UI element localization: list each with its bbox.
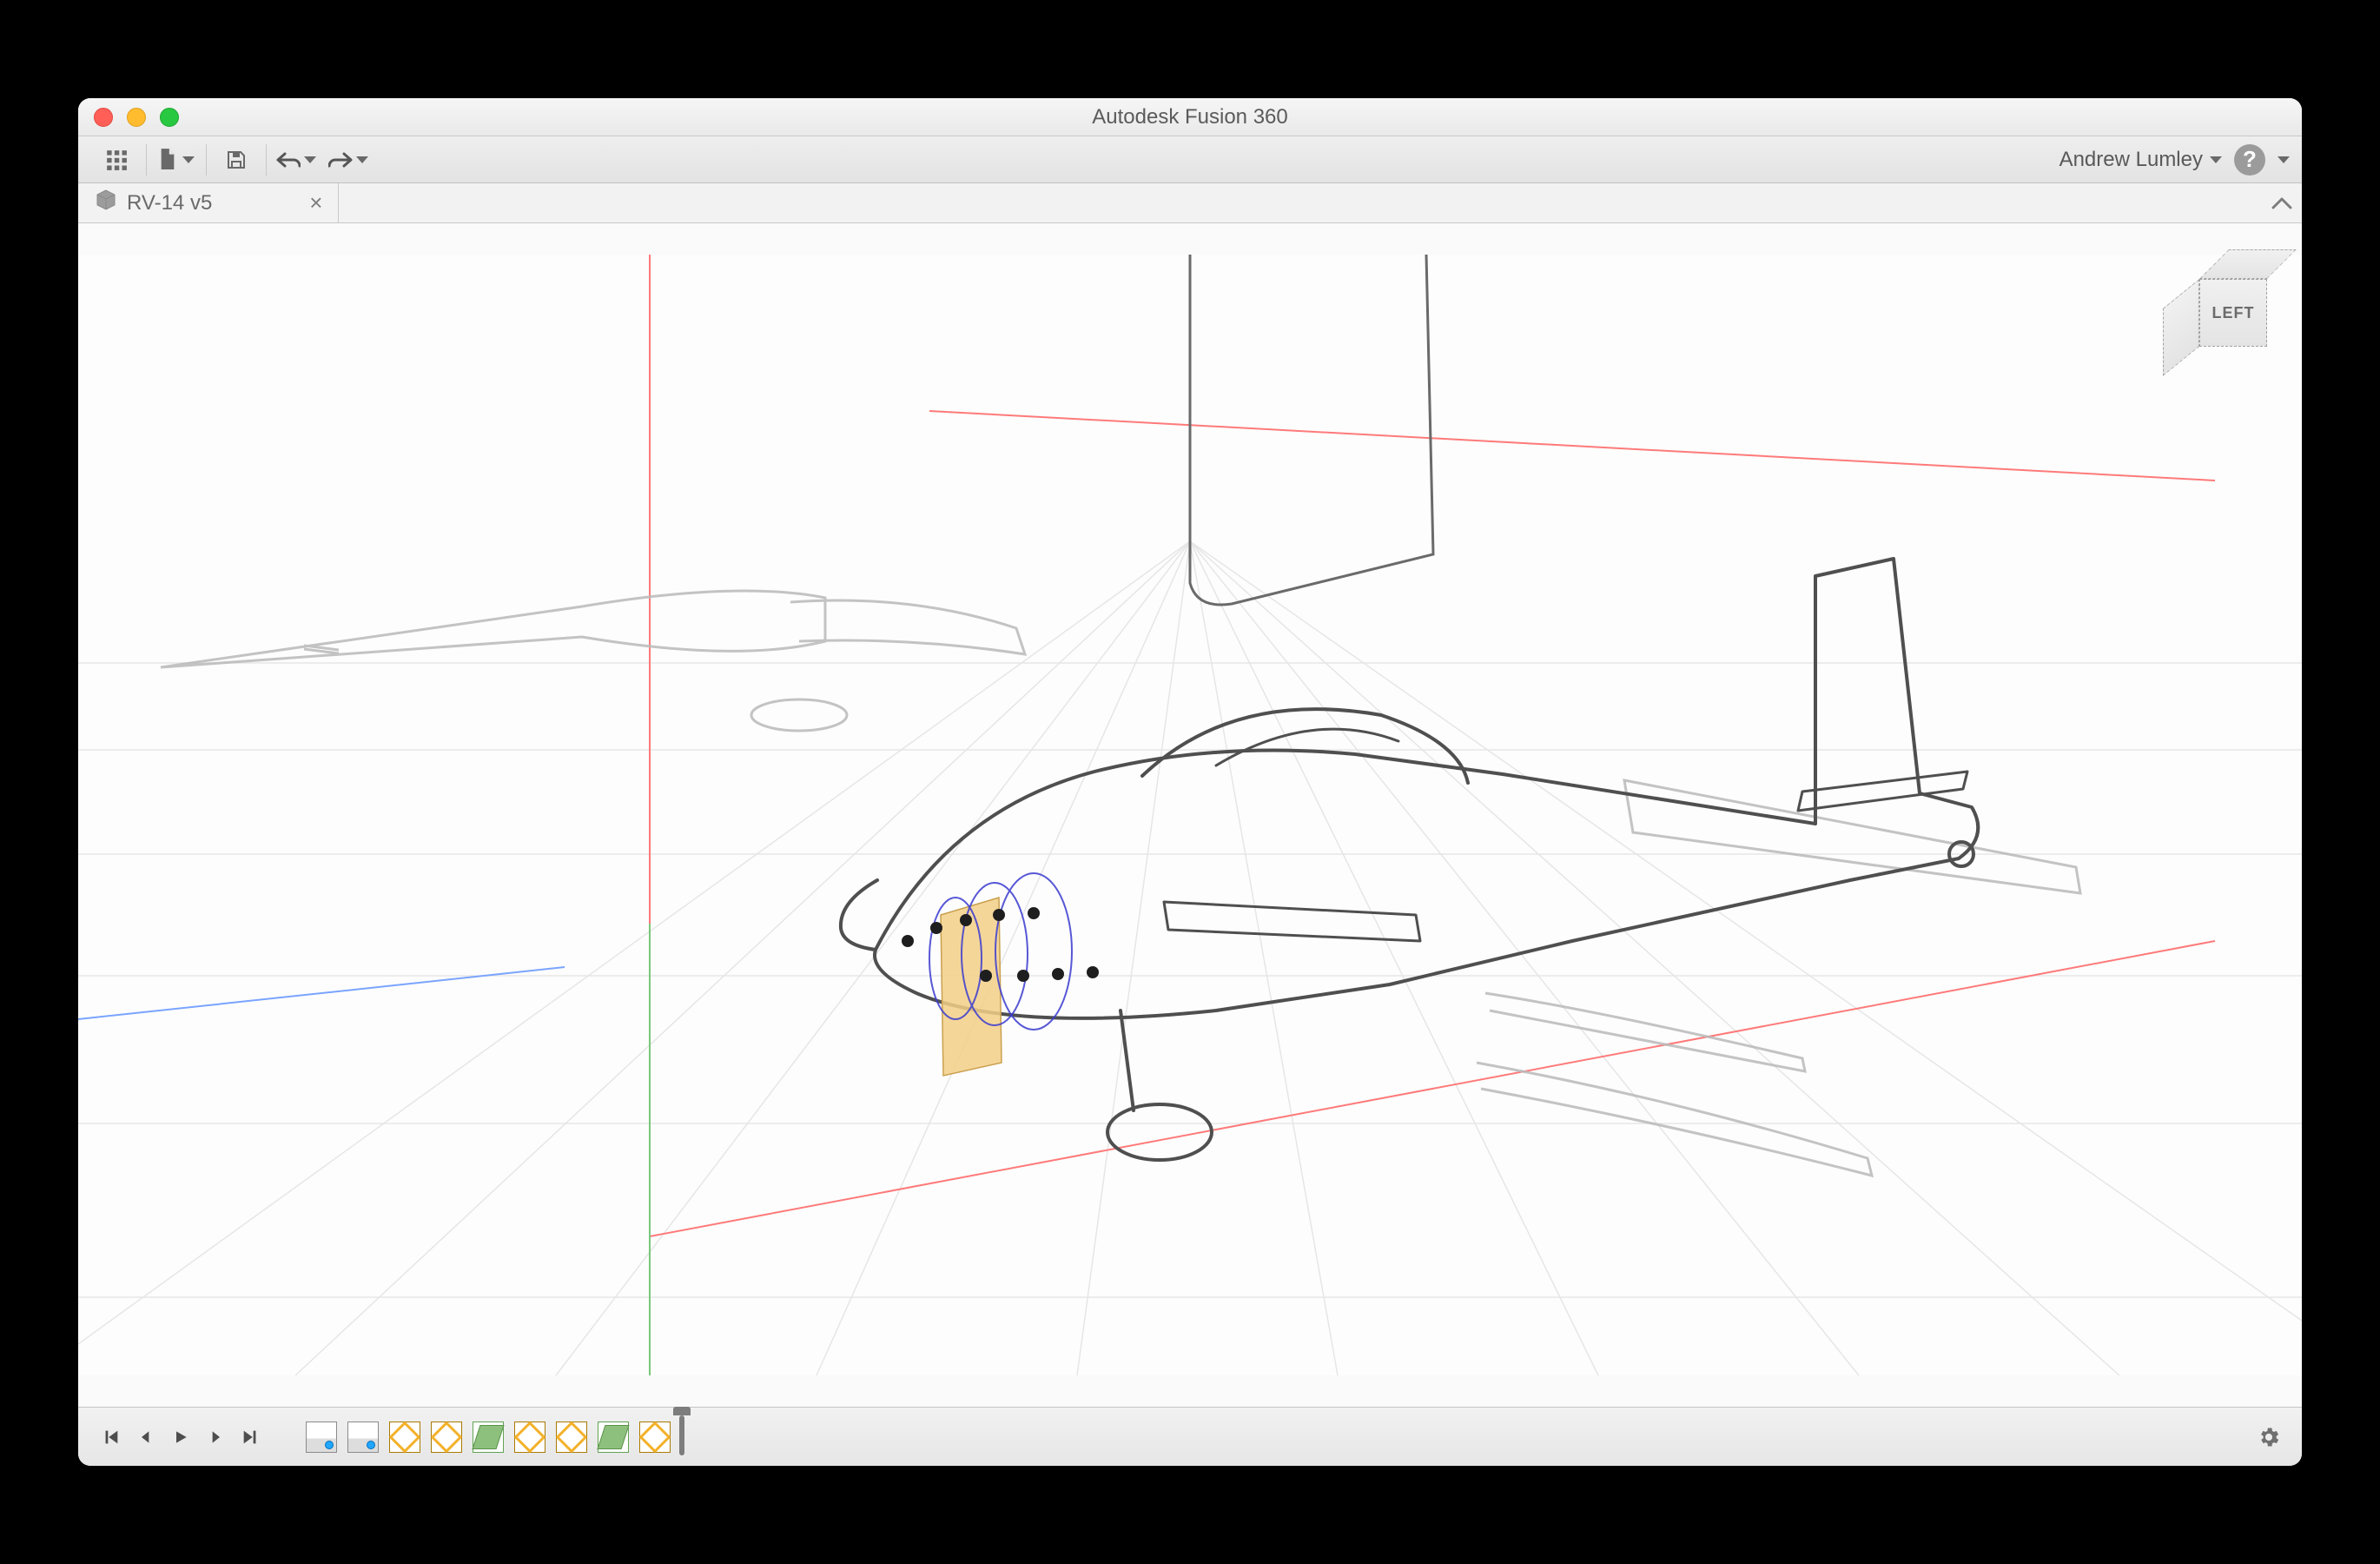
timeline-feature-sk[interactable] <box>389 1422 420 1453</box>
timeline-feature-pl[interactable] <box>598 1422 629 1453</box>
timeline-play-button[interactable] <box>163 1420 198 1455</box>
timeline-feature-img[interactable] <box>306 1422 337 1453</box>
timeline-marker[interactable] <box>679 1415 684 1455</box>
chevron-down-icon <box>356 156 368 163</box>
model-viewport[interactable]: LEFT <box>78 223 2302 1407</box>
collapse-tabs-button[interactable] <box>2262 183 2302 222</box>
undo-button[interactable] <box>270 136 322 183</box>
timeline-next-button[interactable] <box>198 1420 233 1455</box>
separator <box>266 144 267 176</box>
timeline-bar <box>78 1407 2302 1466</box>
sun-icon <box>367 1441 375 1449</box>
separator <box>146 144 147 176</box>
app-menu-button[interactable] <box>90 136 142 183</box>
design-icon <box>96 189 116 216</box>
user-menu[interactable]: Andrew Lumley <box>2059 148 2222 172</box>
app-window: Autodesk Fusion 360 Andrew Lumley <box>78 98 2302 1466</box>
chevron-down-icon <box>304 156 316 163</box>
toolbar-right: Andrew Lumley ? <box>2059 144 2290 176</box>
chevron-down-icon <box>2278 156 2290 163</box>
minimize-window-button[interactable] <box>127 108 146 127</box>
help-button[interactable]: ? <box>2234 144 2265 176</box>
redo-button[interactable] <box>322 136 374 183</box>
timeline-feature-sk[interactable] <box>514 1422 545 1453</box>
timeline-prev-button[interactable] <box>129 1420 163 1455</box>
main-toolbar: Andrew Lumley ? <box>78 136 2302 183</box>
timeline-feature-sk[interactable] <box>639 1422 671 1453</box>
user-name-label: Andrew Lumley <box>2059 148 2203 172</box>
window-title: Autodesk Fusion 360 <box>78 98 2302 136</box>
view-cube-label: LEFT <box>2212 304 2255 322</box>
timeline-first-button[interactable] <box>94 1420 129 1455</box>
separator <box>206 144 207 176</box>
sun-icon <box>325 1441 334 1449</box>
timeline-feature-sk[interactable] <box>556 1422 587 1453</box>
traffic-lights <box>78 108 179 127</box>
save-button[interactable] <box>210 136 262 183</box>
timeline-feature-list <box>306 1422 671 1453</box>
document-tab-bar: RV-14 v5 × <box>78 183 2302 223</box>
document-tab-label: RV-14 v5 <box>127 191 212 215</box>
title-bar: Autodesk Fusion 360 <box>78 98 2302 136</box>
view-cube[interactable]: LEFT <box>2163 249 2267 354</box>
close-tab-button[interactable]: × <box>309 189 322 216</box>
timeline-feature-img[interactable] <box>347 1422 379 1453</box>
chevron-down-icon <box>2210 156 2222 163</box>
zoom-window-button[interactable] <box>160 108 179 127</box>
timeline-last-button[interactable] <box>233 1420 268 1455</box>
timeline-settings-button[interactable] <box>2251 1420 2286 1455</box>
close-window-button[interactable] <box>94 108 113 127</box>
timeline-feature-sk[interactable] <box>431 1422 462 1453</box>
file-menu-button[interactable] <box>150 136 202 183</box>
chevron-down-icon <box>182 156 195 163</box>
timeline-feature-pl[interactable] <box>473 1422 504 1453</box>
view-cube-front-face[interactable]: LEFT <box>2199 279 2267 347</box>
document-tab[interactable]: RV-14 v5 × <box>78 183 339 222</box>
viewport-canvas[interactable] <box>78 223 2302 1407</box>
question-icon: ? <box>2243 146 2257 173</box>
